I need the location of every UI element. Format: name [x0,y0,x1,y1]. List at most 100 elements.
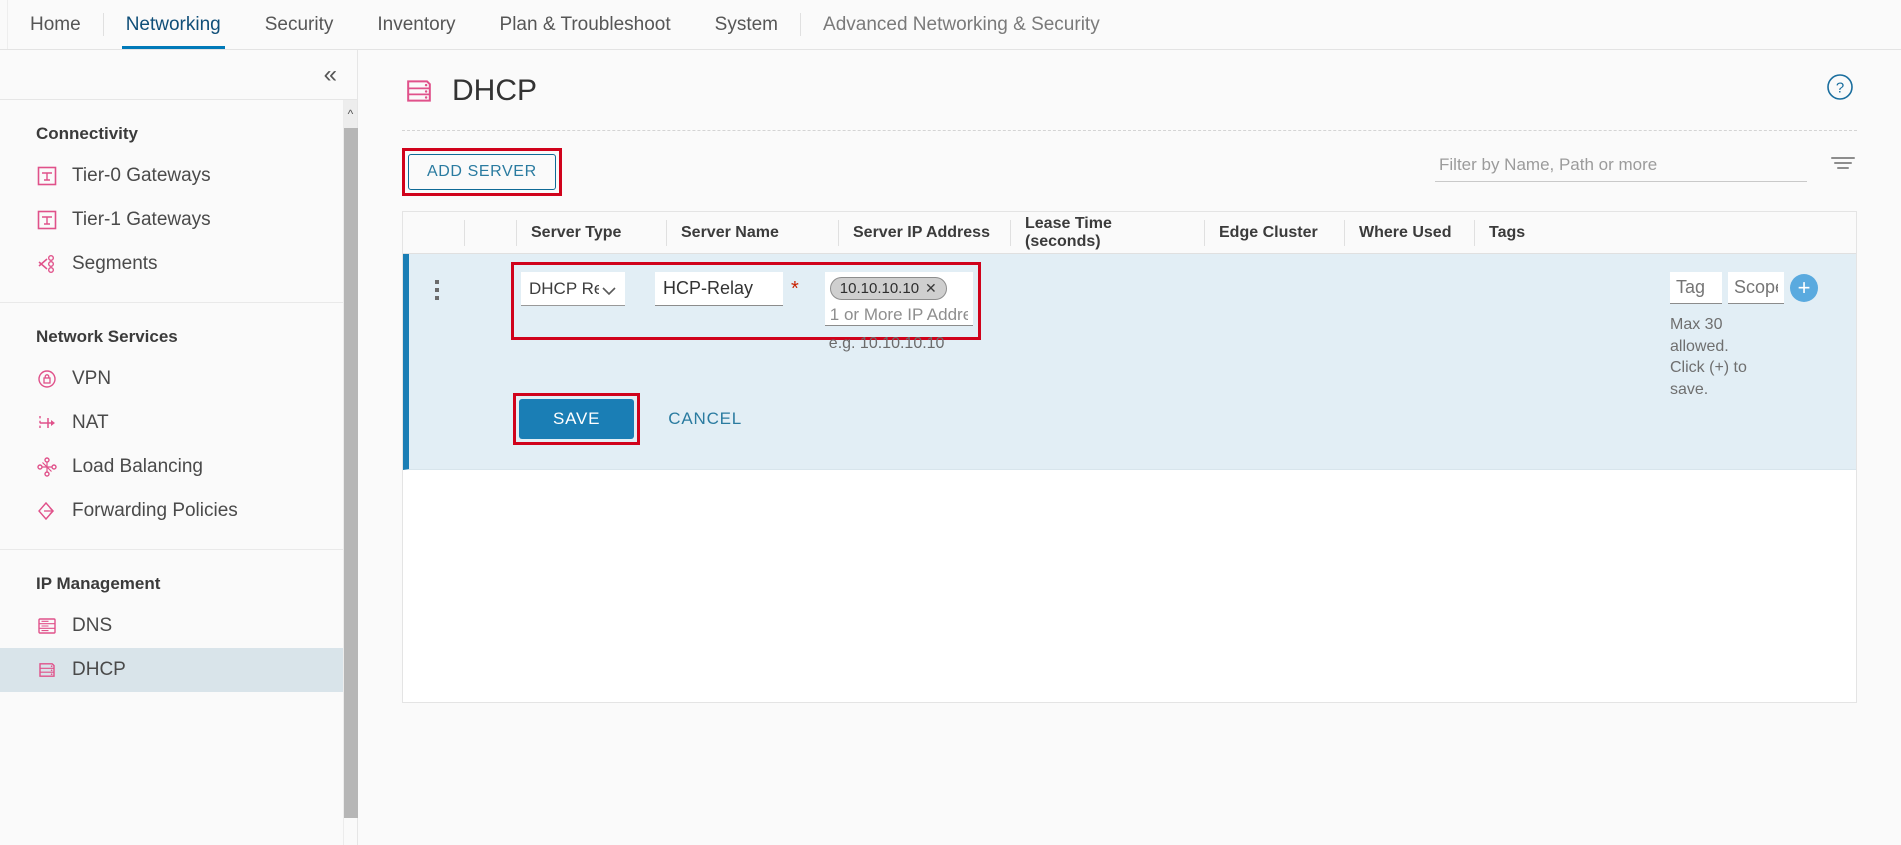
dhcp-server-icon [402,74,436,108]
table-empty-area [403,470,1856,702]
page-header: DHCP ? [358,50,1901,108]
scope-input[interactable] [1728,272,1784,304]
save-button[interactable]: SAVE [519,399,634,439]
ip-chip[interactable]: 10.10.10.10 ✕ [830,277,947,300]
nav-item-inventory[interactable]: Inventory [355,0,477,49]
sidebar-item-nat[interactable]: NAT [0,401,357,445]
row-menu-cell [409,254,465,469]
sidebar-item-label: Forwarding Policies [72,500,238,522]
sidebar-item-tier-1-gateways[interactable]: Tier-1 Gateways [0,198,357,242]
table-row: DHCP Server DHCP Relay * [403,254,1856,470]
nav-item-label: System [715,14,778,36]
sidebar-group-network-services: Network Services VPN NAT [0,303,357,550]
more-vertical-icon[interactable] [435,280,439,469]
filter-icon[interactable] [1829,153,1857,178]
sidebar-group-connectivity: Connectivity Tier-0 Gateways Tier-1 Gate… [0,100,357,303]
sidebar-collapse-bar: « [0,50,357,100]
sidebar-item-label: Tier-1 Gateways [72,209,211,231]
table-header-row: Server Type Server Name Server IP Addres… [403,212,1856,254]
required-asterisk: * [791,272,799,306]
ip-address-hint: e.g. 10.10.10.10 [825,335,947,353]
svg-text:?: ? [1836,80,1844,97]
scrollbar-thumb[interactable] [344,128,358,818]
server-type-select[interactable]: DHCP Server DHCP Relay [521,272,625,306]
sidebar-group-title: Network Services [0,303,357,357]
add-server-highlight: ADD SERVER [402,148,562,196]
ip-chip-container[interactable]: 10.10.10.10 ✕ 1 or More IP Addresses [825,272,973,326]
sidebar-item-forwarding-policies[interactable]: Forwarding Policies [0,489,357,533]
help-circle-icon[interactable]: ? [1825,72,1855,107]
nav-item-label: Advanced Networking & Security [823,14,1100,36]
tier0-gateway-icon [36,165,58,187]
segments-icon [36,253,58,275]
sidebar-item-label: NAT [72,412,109,434]
column-header-menu [465,220,517,246]
forwarding-policies-icon [36,500,58,522]
sidebar-item-label: Tier-0 Gateways [72,165,211,187]
plus-circle-icon[interactable]: + [1790,274,1818,302]
column-header-edge-cluster[interactable]: Edge Cluster [1205,220,1345,246]
nav-item-label: Inventory [377,14,455,36]
column-header-tags[interactable]: Tags [1475,220,1856,246]
column-header-server-type[interactable]: Server Type [517,220,667,246]
server-ip-address-field: 10.10.10.10 ✕ 1 or More IP Addresses e.g… [807,272,955,469]
ip-address-placeholder[interactable]: 1 or More IP Addresses [830,305,968,325]
page-title: DHCP [452,74,537,108]
dhcp-server-icon [36,659,58,681]
chevron-double-left-icon[interactable]: « [324,63,337,87]
tags-field: + Max 30 allowed. Click (+) to save. [1670,272,1856,400]
nav-item-home[interactable]: Home [8,0,103,49]
sidebar-item-vpn[interactable]: VPN [0,357,357,401]
search-input[interactable] [1435,149,1807,182]
nav-item-advanced-networking-security[interactable]: Advanced Networking & Security [801,0,1122,49]
dhcp-table: Server Type Server Name Server IP Addres… [402,211,1857,703]
server-name-input[interactable] [655,272,783,306]
cancel-button[interactable]: CANCEL [668,409,742,429]
sidebar-group-title: Connectivity [0,100,357,154]
tag-inputs: + [1670,272,1856,304]
sidebar-item-load-balancing[interactable]: Load Balancing [0,445,357,489]
sidebar-scrollbar[interactable]: ^ [343,100,357,845]
header-divider [402,130,1857,131]
ip-chip-label: 10.10.10.10 [840,280,919,297]
nav-item-security[interactable]: Security [243,0,356,49]
column-header-server-ip-address[interactable]: Server IP Address [839,220,1011,246]
sidebar-group-title: IP Management [0,550,357,604]
add-server-button[interactable]: ADD SERVER [408,154,556,190]
sidebar-item-dns[interactable]: DNS [0,604,357,648]
nav-item-label: Networking [126,14,221,36]
nav-left-edge [0,0,8,49]
nav-item-networking[interactable]: Networking [104,0,243,49]
save-highlight: SAVE [513,393,640,445]
sidebar-item-label: Load Balancing [72,456,203,478]
load-balancing-icon [36,456,58,478]
sidebar-scroll-area: Connectivity Tier-0 Gateways Tier-1 Gate… [0,100,357,845]
sidebar-item-segments[interactable]: Segments [0,242,357,286]
sidebar-item-label: Segments [72,253,158,275]
sidebar-item-label: DHCP [72,659,126,681]
tier1-gateway-icon [36,209,58,231]
sidebar: « Connectivity Tier-0 Gateways Tier-1 Ga… [0,50,358,845]
top-navigation-bar: Home Networking Security Inventory Plan … [0,0,1901,50]
filter-area [1435,149,1857,182]
column-header-grip [403,220,465,246]
close-icon[interactable]: ✕ [925,280,937,297]
nav-item-label: Home [30,14,81,36]
nav-item-system[interactable]: System [693,0,800,49]
column-header-server-name[interactable]: Server Name [667,220,839,246]
column-header-lease-time[interactable]: Lease Time (seconds) [1011,220,1205,246]
sidebar-item-label: DNS [72,615,112,637]
sidebar-item-tier-0-gateways[interactable]: Tier-0 Gateways [0,154,357,198]
scroll-up-chevron-icon[interactable]: ^ [344,100,357,128]
tag-input[interactable] [1670,272,1722,304]
nat-arrow-icon [36,412,58,434]
nav-item-label: Plan & Troubleshoot [500,14,671,36]
sidebar-group-ip-management: IP Management DNS DHCP [0,550,357,708]
tags-note: Max 30 allowed. Click (+) to save. [1670,314,1766,400]
nav-item-plan-troubleshoot[interactable]: Plan & Troubleshoot [478,0,693,49]
nav-item-label: Security [265,14,334,36]
main-content: DHCP ? ADD SERVER Server Type Ser [358,50,1901,845]
dns-server-icon [36,615,58,637]
sidebar-item-dhcp[interactable]: DHCP [0,648,357,692]
column-header-where-used[interactable]: Where Used [1345,220,1475,246]
